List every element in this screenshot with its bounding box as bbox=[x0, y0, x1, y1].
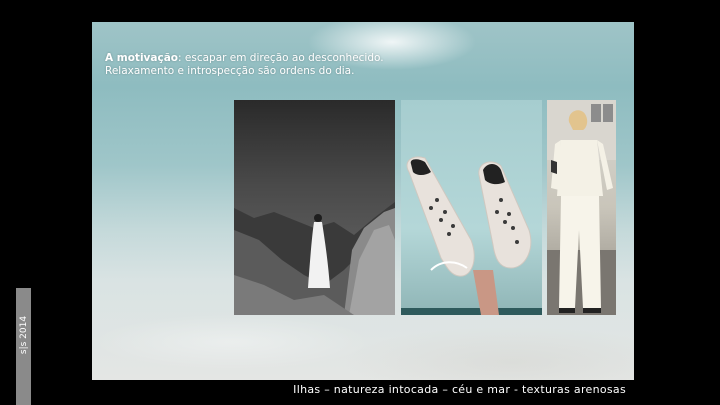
woman-on-rocks-image bbox=[234, 202, 395, 315]
season-label: s|s 2014 bbox=[18, 315, 29, 355]
motivation-caption: A motivação: escapar em direção ao desco… bbox=[105, 52, 395, 78]
sneakers-image bbox=[401, 156, 542, 315]
photo-woman-in-white bbox=[547, 100, 616, 315]
caption-lead-bold: A motivação bbox=[105, 52, 179, 64]
season-tab: s|s 2014 bbox=[16, 288, 31, 405]
caption-line-2: Relaxamento e introspecção são ordens do… bbox=[105, 65, 355, 77]
mood-slide: A motivação: escapar em direção ao desco… bbox=[92, 22, 634, 380]
woman-in-white-image bbox=[547, 100, 616, 315]
photo-sneakers bbox=[401, 100, 542, 315]
photo-woman-on-rocks bbox=[234, 100, 395, 315]
caption-lead-rest: : escapar em direção ao desconhecido. bbox=[178, 52, 384, 64]
footer-themes: Ilhas – natureza intocada – céu e mar - … bbox=[293, 383, 626, 396]
caption-line-1: A motivação: escapar em direção ao desco… bbox=[105, 52, 395, 65]
